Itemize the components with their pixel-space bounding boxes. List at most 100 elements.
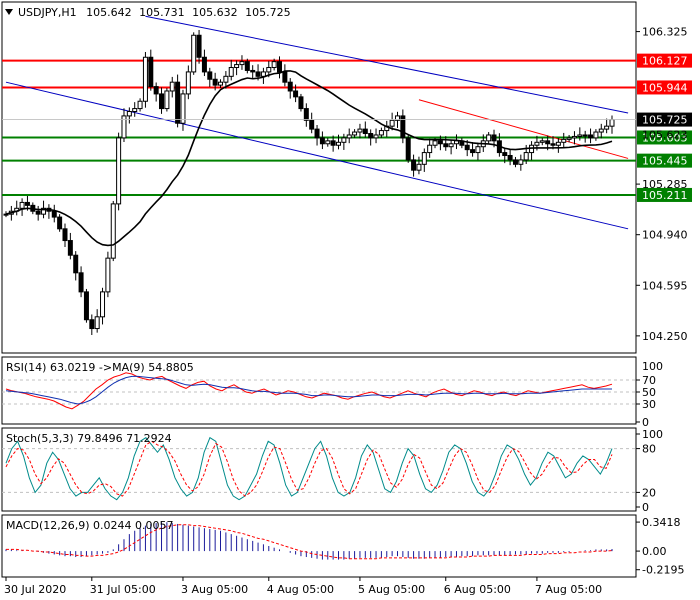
candle-body: [293, 90, 299, 98]
candle-body: [325, 140, 331, 145]
candle-body: [512, 159, 518, 165]
candle-body: [561, 138, 567, 143]
candle-body: [212, 78, 218, 86]
candle-body: [132, 108, 138, 113]
price-tick-label: 106.325: [642, 26, 688, 39]
indicator-tick-label: 100: [642, 428, 663, 441]
candle-body: [277, 61, 283, 73]
candle-body: [389, 119, 395, 127]
candle-body: [448, 143, 454, 148]
price-header: USDJPY,H1 105.642 105.731 105.632 105.72…: [18, 6, 291, 19]
macd-title: MACD(12,26,9) 0.0244 0.0057: [6, 519, 174, 532]
candle-body: [234, 64, 240, 69]
candle-body: [604, 125, 610, 130]
candle-body: [218, 81, 224, 86]
candle-body: [566, 137, 572, 140]
indicator-tick-label: 80: [642, 443, 656, 456]
candle-body: [153, 86, 159, 95]
indicator-tick-label: 100: [642, 360, 663, 373]
candle-body: [260, 71, 266, 77]
candle-body: [191, 34, 197, 73]
price-tick-label: 104.595: [642, 279, 688, 292]
candle-body: [588, 134, 594, 139]
time-tick-label: 4 Aug 05:00: [267, 583, 334, 596]
candle-body: [298, 96, 304, 110]
candle-body: [223, 75, 229, 83]
candle-body: [35, 210, 41, 215]
candle-body: [164, 90, 170, 110]
candle-body: [555, 141, 561, 146]
partial-price-label: 105.623: [642, 129, 688, 142]
candle-body: [282, 71, 288, 83]
macd-tick-label: 0.3418: [642, 516, 681, 529]
candle-body: [24, 201, 30, 206]
candle-body: [470, 149, 476, 154]
candle-body: [67, 240, 73, 256]
price-level-tag-label: 106.127: [642, 55, 688, 68]
candle-body: [486, 134, 492, 142]
candle-body: [539, 140, 545, 143]
chart-window: 106.325 105.285 104.940 104.595 104.250 106.1…: [0, 0, 700, 600]
candle-body: [19, 201, 25, 209]
candle-body: [142, 56, 148, 102]
candle-body: [169, 81, 175, 92]
candle-body: [598, 128, 604, 133]
candle-body: [609, 119, 615, 127]
price-tick-label: 104.940: [642, 229, 688, 242]
current-price-label: 105.725: [642, 114, 688, 127]
price-level-tag-label: 105.211: [642, 189, 688, 202]
candle-body: [78, 272, 84, 293]
price-level-tag-label: 105.445: [642, 155, 688, 168]
candle-body: [94, 316, 100, 330]
candle-body: [271, 61, 277, 69]
candle-body: [432, 140, 438, 146]
time-tick-label: 3 Aug 05:00: [181, 583, 248, 596]
candle-body: [201, 56, 207, 73]
price-tick-label: 104.250: [642, 330, 688, 343]
candle-body: [244, 61, 250, 71]
indicator-tick-label: 20: [642, 486, 656, 499]
candle-body: [475, 146, 481, 154]
candle-body: [362, 128, 368, 135]
candle-body: [105, 257, 111, 293]
candle-body: [73, 254, 79, 274]
price-panel: [1, 1, 637, 354]
macd-tick-label: 0.00: [642, 545, 667, 558]
candle-body: [309, 119, 315, 130]
stoch-title: Stoch(5,3,3) 79.8496 71.2924: [6, 432, 172, 445]
candle-body: [368, 133, 374, 139]
candle-body: [405, 137, 411, 161]
candle-body: [110, 203, 116, 259]
candle-body: [491, 134, 497, 142]
candle-body: [126, 111, 132, 117]
candle-body: [250, 69, 256, 73]
candle-body: [534, 141, 540, 146]
candle-body: [502, 152, 508, 157]
candle-body: [571, 135, 577, 139]
candle-body: [266, 67, 272, 73]
candle-body: [427, 144, 433, 154]
candle-body: [582, 134, 588, 137]
price-level-tag-label: 105.944: [642, 81, 688, 94]
candle-body: [228, 67, 234, 77]
candle-body: [51, 210, 57, 218]
macd-tick-label: -0.2195: [642, 564, 684, 577]
indicator-tick-label: 0: [642, 501, 649, 514]
candle-body: [287, 81, 293, 92]
candle-body: [207, 71, 213, 80]
candle-body: [577, 134, 583, 137]
time-tick-label: 7 Aug 05:00: [535, 583, 602, 596]
candle-body: [464, 144, 470, 151]
candle-body: [196, 34, 202, 58]
candle-body: [357, 128, 363, 133]
candle-body: [303, 108, 309, 121]
candle-body: [100, 291, 106, 318]
candle-body: [550, 143, 556, 146]
candle-body: [89, 319, 95, 330]
candle-body: [545, 140, 551, 145]
candle-body: [319, 137, 325, 145]
candle-body: [255, 71, 261, 77]
candle-body: [507, 155, 513, 161]
candle-body: [239, 61, 245, 66]
candle-body: [352, 131, 358, 136]
